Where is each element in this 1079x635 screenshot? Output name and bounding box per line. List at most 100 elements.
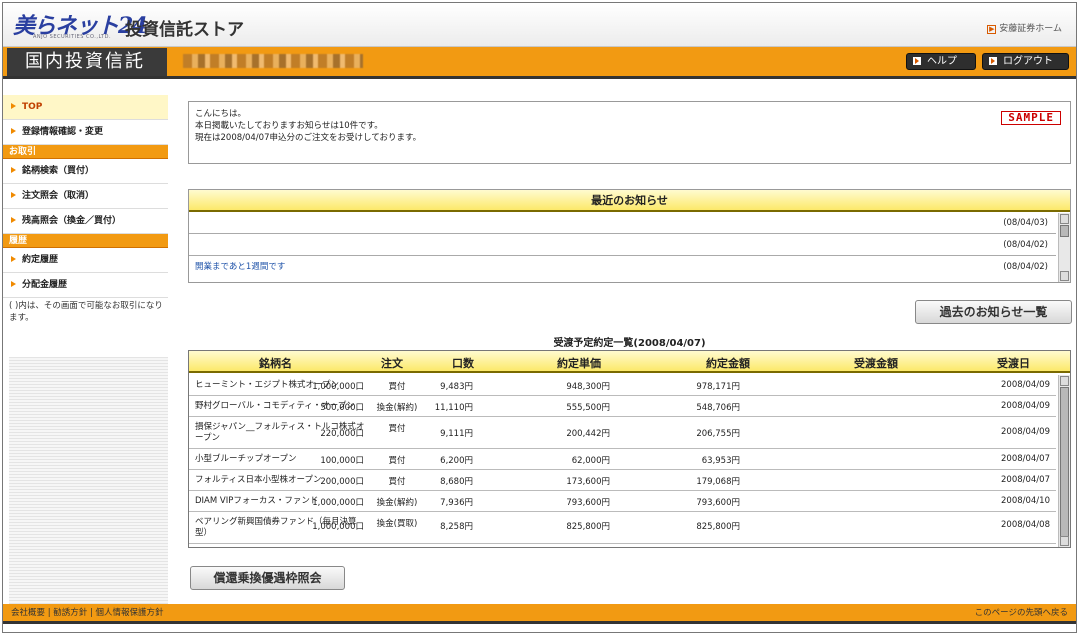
help-button[interactable]: ヘルプ [906, 53, 976, 70]
cell-order: 買付 [388, 382, 406, 392]
cell-transfer-amount: 206,755円 [696, 429, 740, 439]
table-body: ヒューミント・エジプト株式オープン 買付 1,000,000口 9,483円 9… [189, 375, 1056, 544]
table-row: 野村グローバル・コモディティ・オープン 換金(解約) 500,000口 11,1… [189, 396, 1056, 417]
table-scrollbar[interactable] [1058, 375, 1070, 547]
header-order: 注文 [381, 357, 403, 370]
cell-order: 換金(解約) [376, 498, 418, 508]
cell-amount: 173,600円 [566, 477, 610, 487]
sidebar-item-balance-inquiry[interactable]: 残高照会（換金／買付） [3, 209, 168, 234]
sidebar-item-label: TOP [22, 102, 43, 112]
sidebar-category-trade: お取引 [3, 145, 168, 159]
past-news-button[interactable]: 過去のお知らせ一覧 [915, 300, 1072, 324]
cell-price: 8,258円 [440, 522, 473, 532]
cell-price: 6,200円 [440, 456, 473, 466]
cell-transfer-date: 2008/04/07 [1001, 454, 1050, 464]
home-link-label: 安藤証券ホーム [999, 24, 1062, 34]
cell-amount: 825,800円 [566, 522, 610, 532]
logo-subtext: ANJO SECURITIES CO.,LTD. [33, 34, 112, 40]
scroll-down-icon[interactable] [1060, 271, 1069, 281]
redemption-switch-button[interactable]: 償還乗換優遇枠照会 [190, 566, 345, 590]
triangle-right-icon [11, 256, 16, 262]
scroll-down-icon[interactable] [1060, 536, 1069, 546]
cell-transfer-date: 2008/04/08 [1001, 520, 1050, 530]
triangle-right-icon [11, 128, 16, 134]
table-title: 受渡予定約定一覧(2008/04/07) [553, 338, 706, 349]
nav-bar: 国内投資信託 ヘルプ ログアウト [3, 47, 1076, 79]
scroll-up-icon[interactable] [1060, 376, 1069, 386]
cell-transfer-date: 2008/04/10 [1001, 496, 1050, 506]
cell-qty: 200,000口 [320, 477, 364, 487]
sidebar-item-top[interactable]: TOP [3, 95, 168, 120]
cell-transfer-date: 2008/04/09 [1001, 427, 1050, 437]
sidebar-item-label: 約定履歴 [22, 255, 59, 265]
cell-qty: 1,000,000口 [312, 382, 364, 392]
news-text[interactable]: 開業まであと1週間です [195, 256, 285, 278]
section-title: 国内投資信託 [7, 48, 167, 76]
welcome-order-date: 現在は2008/04/07申込分のご注文をお受けしております。 [195, 133, 422, 143]
news-row[interactable]: (08/04/02) [189, 234, 1056, 256]
cell-transfer-date: 2008/04/09 [1001, 401, 1050, 411]
cell-transfer-amount: 179,068円 [696, 477, 740, 487]
footer: 会社概要 | 勧誘方針 | 個人情報保護方針 このページの先頭へ戻る [3, 604, 1076, 624]
sidebar-item-fund-search[interactable]: 銘柄検索（買付） [3, 159, 168, 184]
table-row: 損保ジャパン__フォルティス・トルコ株式オープン 買付 220,000口 9,1… [189, 417, 1056, 449]
news-panel: 最近のお知らせ (08/04/03) (08/04/02) 開業まであと1週間で… [188, 189, 1071, 283]
logout-button[interactable]: ログアウト [982, 53, 1069, 70]
cell-amount: 555,500円 [566, 403, 610, 413]
browser-page: 美らネット24 ANJO SECURITIES CO.,LTD. 投資信託ストア… [2, 2, 1077, 633]
cell-qty: 1,000,000口 [312, 498, 364, 508]
cell-order: 買付 [388, 456, 406, 466]
cell-transfer-amount: 548,706円 [696, 403, 740, 413]
cell-transfer-date: 2008/04/07 [1001, 475, 1050, 485]
sidebar-item-label: 登録情報確認・変更 [22, 127, 104, 137]
sidebar-item-label: 分配金履歴 [22, 280, 68, 290]
news-title: 最近のお知らせ [189, 190, 1070, 212]
cell-amount: 948,300円 [566, 382, 610, 392]
sidebar-note: ( )内は、その画面で可能なお取引になります。 [9, 301, 163, 323]
home-link[interactable]: ▶ 安藤証券ホーム [987, 21, 1062, 34]
welcome-greeting: こんにちは。 [195, 109, 247, 119]
welcome-box: こんにちは。 本日掲載いたしておりますお知らせは10件です。 現在は2008/0… [188, 101, 1071, 164]
table-row: ヒューミント・エジプト株式オープン 買付 1,000,000口 9,483円 9… [189, 375, 1056, 396]
table-row: DIAM VIPフォーカス・ファンド 換金(解約) 1,000,000口 7,9… [189, 491, 1056, 512]
scroll-thumb[interactable] [1060, 225, 1069, 237]
cell-order: 買付 [388, 477, 406, 487]
cell-qty: 500,000口 [320, 403, 364, 413]
settlement-table: 銘柄名 注文 口数 約定単価 約定金額 受渡金額 受渡日 ヒューミント・エジプト… [188, 350, 1071, 548]
header-amount: 約定金額 [706, 357, 750, 370]
cell-transfer-date: 2008/04/09 [1001, 380, 1050, 390]
table-row: フォルティス日本小型株オープン 買付 200,000口 8,680円 173,6… [189, 470, 1056, 491]
news-row[interactable]: 開業まであと1週間です (08/04/02) [189, 256, 1056, 278]
header-qty: 口数 [452, 357, 474, 370]
sidebar-item-registration[interactable]: 登録情報確認・変更 [3, 120, 168, 145]
scroll-thumb[interactable] [1060, 387, 1069, 537]
scroll-up-icon[interactable] [1060, 214, 1069, 224]
cell-qty: 100,000口 [320, 456, 364, 466]
triangle-right-icon [11, 167, 16, 173]
cell-price: 9,483円 [440, 382, 473, 392]
footer-links[interactable]: 会社概要 | 勧誘方針 | 個人情報保護方針 [11, 604, 164, 622]
arrow-right-icon [989, 57, 997, 65]
help-button-label: ヘルプ [927, 56, 957, 67]
arrow-right-icon [913, 57, 921, 65]
logout-button-label: ログアウト [1003, 56, 1053, 67]
sidebar-item-label: 注文照会（取消） [22, 191, 95, 201]
sidebar-item-dividend-history[interactable]: 分配金履歴 [3, 273, 168, 298]
cell-transfer-amount: 978,171円 [696, 382, 740, 392]
sidebar-item-execution-history[interactable]: 約定履歴 [3, 248, 168, 273]
sidebar-item-order-inquiry[interactable]: 注文照会（取消） [3, 184, 168, 209]
news-row[interactable]: (08/04/03) [189, 212, 1056, 234]
back-to-top-link[interactable]: このページの先頭へ戻る [975, 604, 1068, 622]
cell-price: 8,680円 [440, 477, 473, 487]
redacted-text [183, 54, 363, 68]
cell-amount: 200,442円 [566, 429, 610, 439]
triangle-right-icon [11, 281, 16, 287]
sidebar-category-history: 履歴 [3, 234, 168, 248]
cell-qty: 220,000口 [320, 429, 364, 439]
header-price: 約定単価 [557, 357, 601, 370]
table-row: 小型ブルーチップオープン 買付 100,000口 6,200円 62,000円 … [189, 449, 1056, 470]
cell-price: 7,936円 [440, 498, 473, 508]
cell-transfer-amount: 825,800円 [696, 522, 740, 532]
news-date: (08/04/03) [1003, 218, 1048, 228]
news-scrollbar[interactable] [1058, 213, 1070, 282]
